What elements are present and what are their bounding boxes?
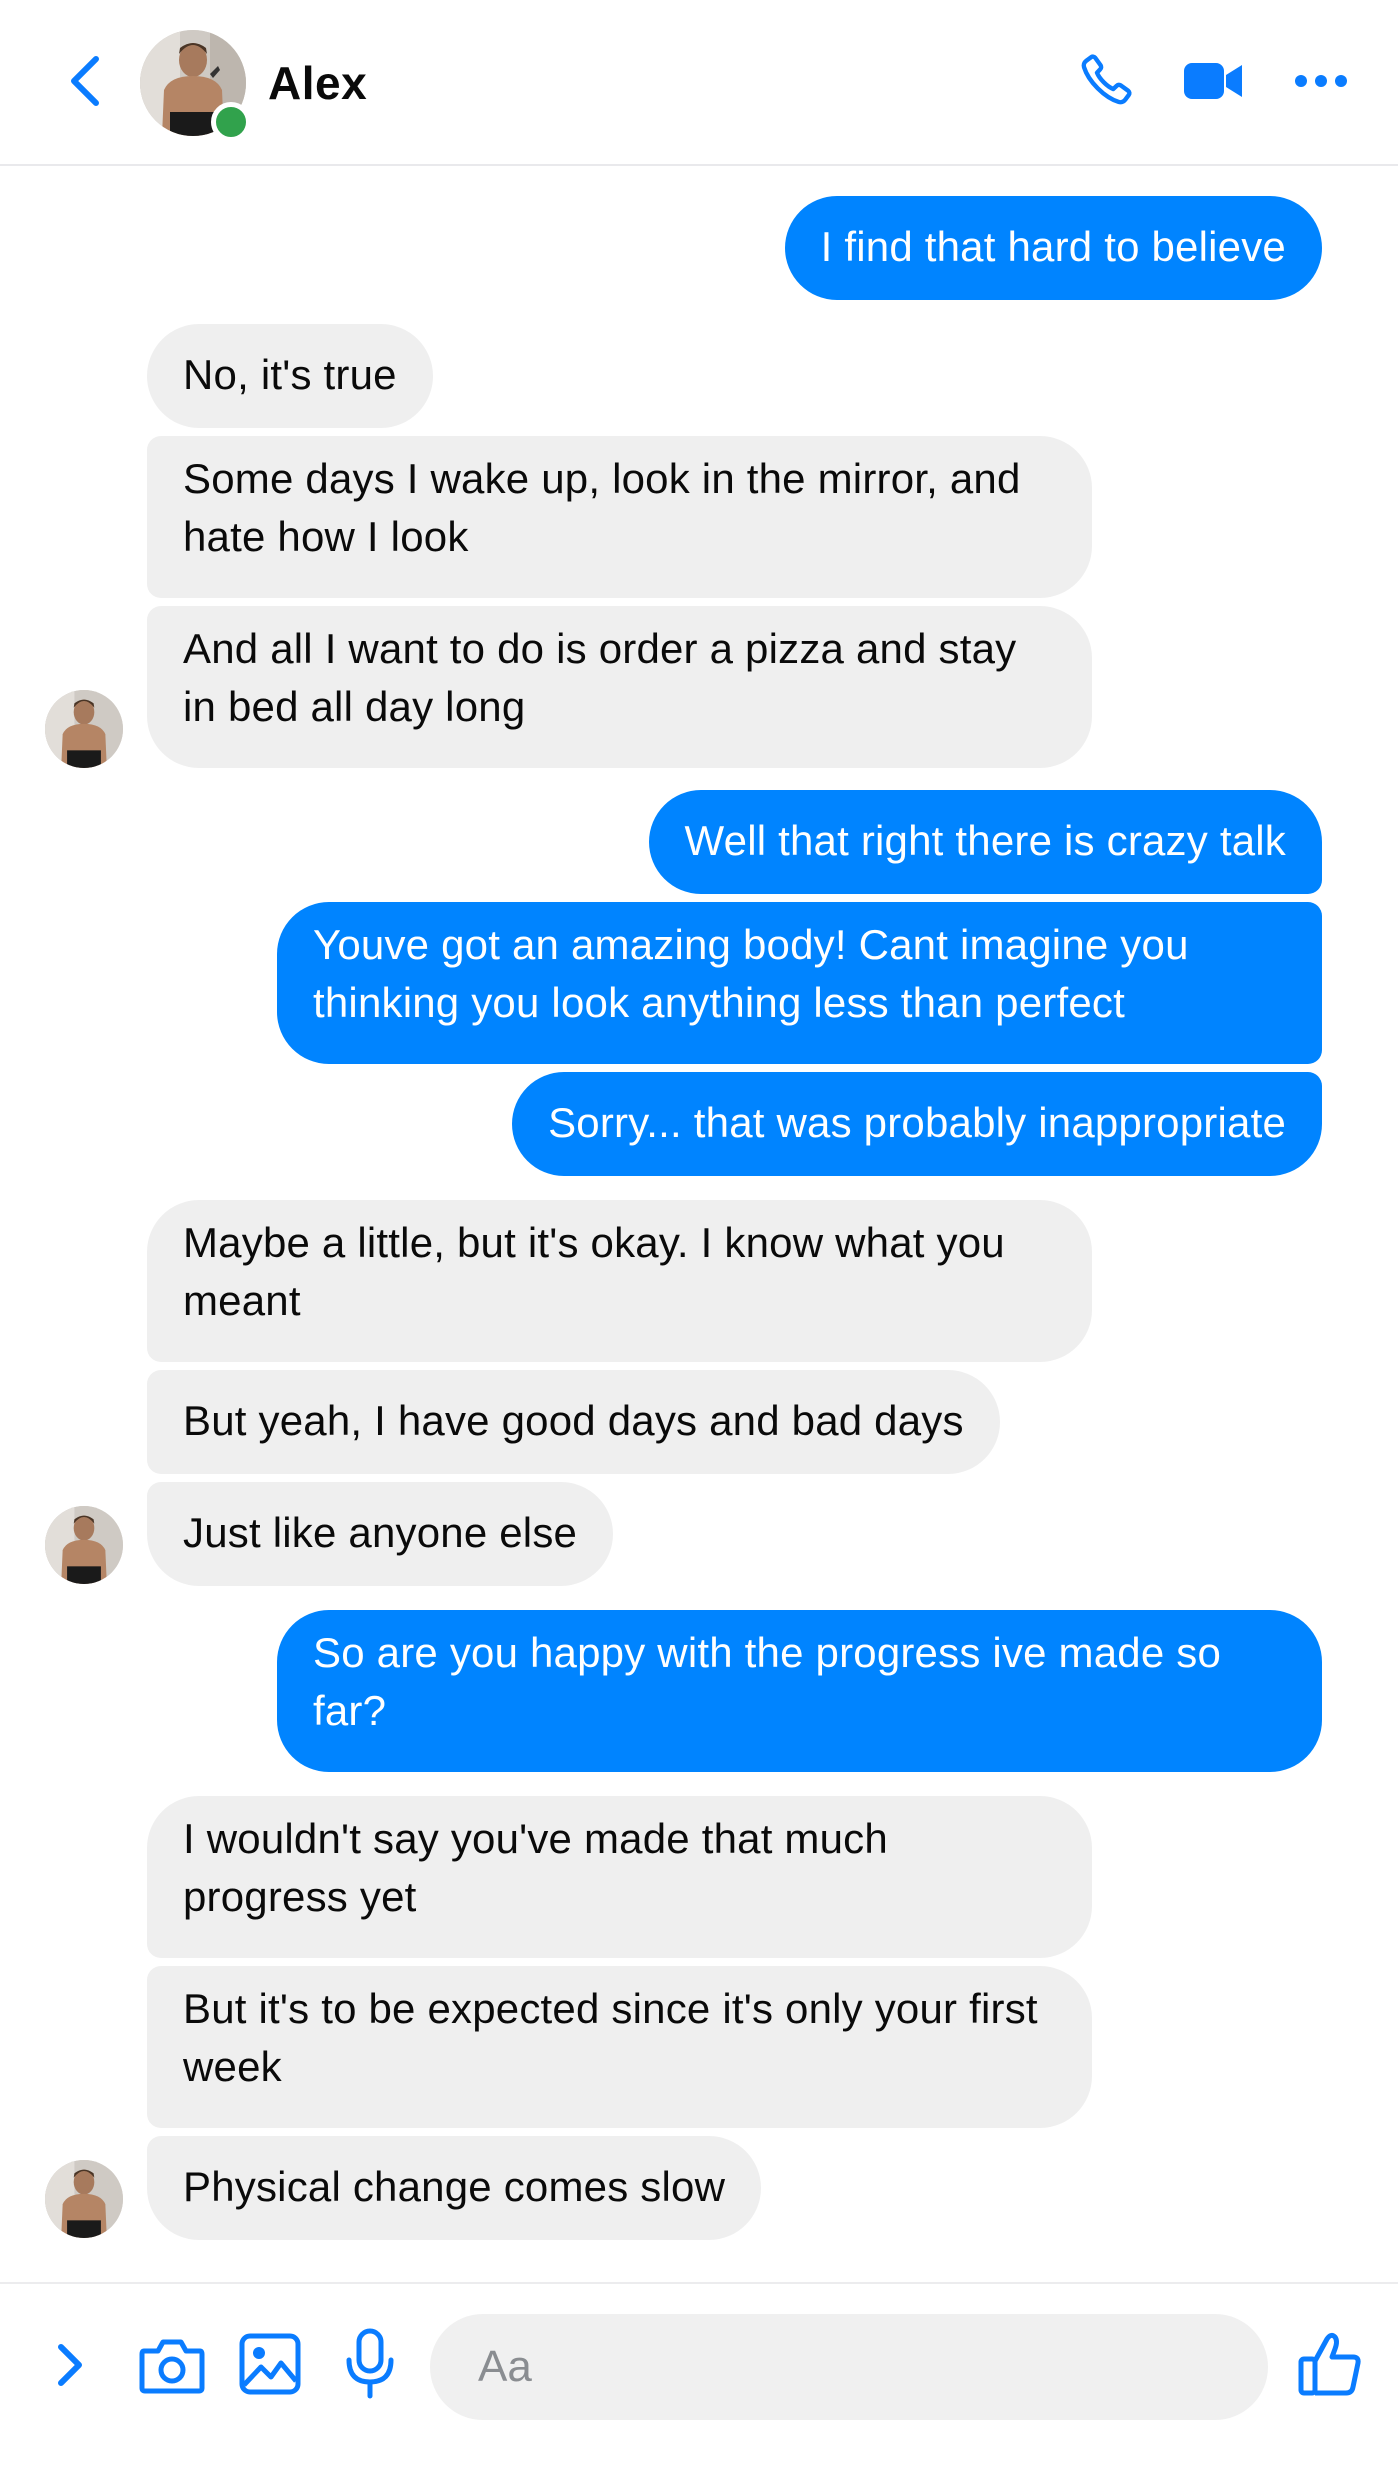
expand-actions-button[interactable]: [40, 2334, 100, 2400]
contact-name[interactable]: Alex: [268, 56, 367, 110]
outgoing-message[interactable]: Youve got an amazing body! Cant imagine …: [277, 902, 1322, 1064]
incoming-message[interactable]: But it's to be expected since it's only …: [147, 1966, 1092, 2128]
outgoing-message[interactable]: Well that right there is crazy talk: [648, 790, 1322, 894]
microphone-icon: [345, 2328, 395, 2405]
chat-header: Alex: [0, 0, 1398, 166]
image-icon: [239, 2333, 301, 2400]
sender-avatar: [45, 690, 123, 768]
chevron-right-icon: [55, 2342, 85, 2393]
camera-button[interactable]: [132, 2328, 212, 2408]
message-thread[interactable]: I find that hard to believe No, it's tru…: [0, 166, 1398, 2282]
incoming-message[interactable]: But yeah, I have good days and bad days: [147, 1370, 1000, 1474]
outgoing-message[interactable]: I find that hard to believe: [784, 196, 1322, 300]
sender-avatar: [45, 2160, 123, 2238]
audio-call-button[interactable]: [1070, 48, 1140, 118]
chevron-left-icon: [66, 55, 102, 112]
outgoing-message[interactable]: So are you happy with the progress ive m…: [277, 1610, 1322, 1772]
camera-icon: [138, 2337, 206, 2400]
voice-message-button[interactable]: [330, 2324, 410, 2408]
more-dots-icon: [1294, 74, 1348, 93]
thumbs-up-icon: [1297, 2331, 1363, 2402]
video-camera-icon: [1182, 61, 1244, 106]
online-status-dot: [211, 102, 251, 142]
incoming-message[interactable]: And all I want to do is order a pizza an…: [147, 606, 1092, 768]
sender-avatar: [45, 1506, 123, 1584]
incoming-message[interactable]: Physical change comes slow: [147, 2136, 762, 2240]
more-options-button[interactable]: [1286, 48, 1356, 118]
message-composer: [0, 2282, 1398, 2486]
incoming-message[interactable]: Some days I wake up, look in the mirror,…: [147, 436, 1092, 598]
like-button[interactable]: [1290, 2326, 1370, 2406]
incoming-message[interactable]: No, it's true: [147, 324, 433, 428]
incoming-message[interactable]: I wouldn't say you've made that much pro…: [147, 1796, 1092, 1958]
incoming-message[interactable]: Just like anyone else: [147, 1482, 614, 1586]
phone-icon: [1074, 50, 1136, 117]
message-input[interactable]: [430, 2314, 1268, 2420]
gallery-button[interactable]: [230, 2326, 310, 2406]
video-call-button[interactable]: [1178, 48, 1248, 118]
back-button[interactable]: [54, 50, 114, 116]
incoming-message[interactable]: Maybe a little, but it's okay. I know wh…: [147, 1200, 1092, 1362]
outgoing-message[interactable]: Sorry... that was probably inappropriate: [512, 1072, 1322, 1176]
